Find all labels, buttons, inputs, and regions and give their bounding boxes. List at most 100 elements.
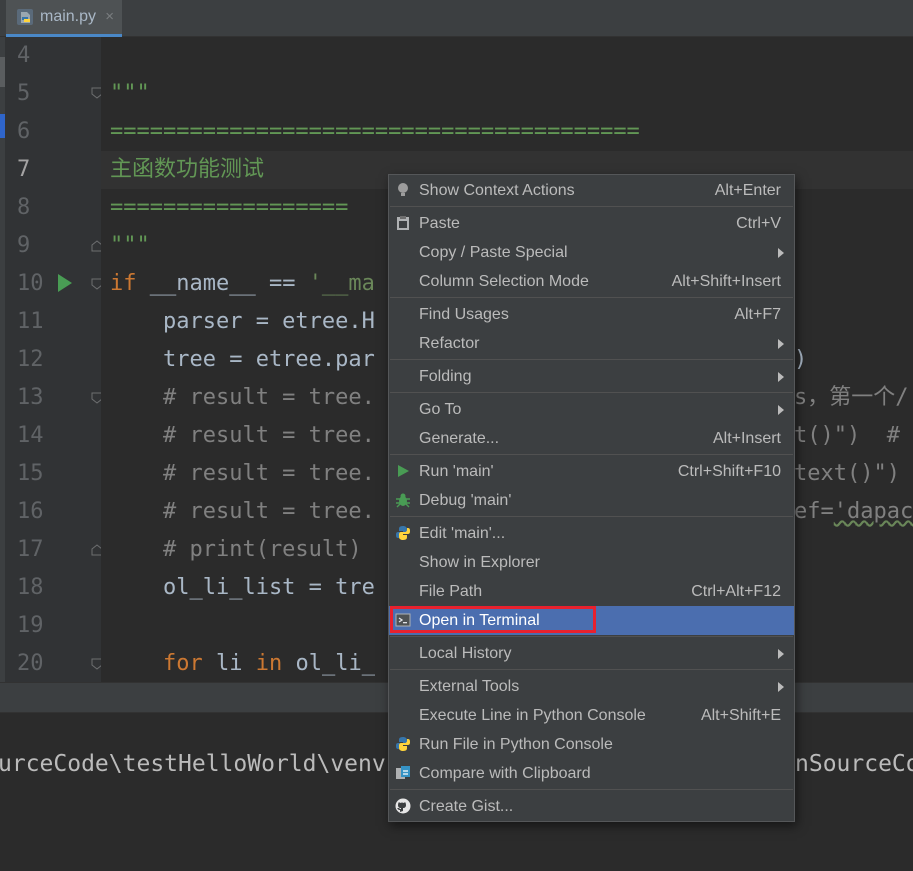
menu-item-execute-line-python-console[interactable]: Execute Line in Python Console Alt+Shift… [389, 701, 794, 730]
menu-item-external-tools[interactable]: External Tools [389, 672, 794, 701]
code-line-13-tail: s，第一个/ [794, 385, 909, 410]
lightbulb-icon [398, 183, 408, 196]
menu-item-paste[interactable]: Paste Ctrl+V [389, 209, 794, 238]
code-line-17: # print(result) [110, 537, 362, 562]
menu-item-shortcut: Alt+Shift+E [700, 707, 781, 724]
compare-icon [396, 766, 410, 779]
menu-item-go-to[interactable]: Go To [389, 395, 794, 424]
annotation-highlight-box [390, 606, 596, 633]
code-text: __name__ == [136, 271, 309, 296]
menu-item-label: Run File in Python Console [419, 736, 613, 753]
menu-separator [390, 454, 793, 455]
menu-separator [390, 297, 793, 298]
menu-item-show-context-actions[interactable]: Show Context Actions Alt+Enter [389, 176, 794, 205]
line-number: 19 [17, 613, 44, 638]
menu-item-file-path[interactable]: File Path Ctrl+Alt+F12 [389, 577, 794, 606]
line-gutter: 4 5 6 7 8 9 10 11 12 13 14 15 16 17 18 1… [5, 37, 103, 682]
menu-item-copy-paste-special[interactable]: Copy / Paste Special [389, 238, 794, 267]
line-number: 8 [17, 195, 31, 220]
python-icon [396, 737, 410, 751]
menu-item-edit-main[interactable]: Edit 'main'... [389, 519, 794, 548]
line-number: 14 [17, 423, 44, 448]
line-number: 6 [17, 119, 31, 144]
menu-separator [390, 789, 793, 790]
python-icon [396, 526, 410, 540]
github-icon [395, 798, 411, 814]
code-line-18: ol_li_list = tre [110, 575, 375, 600]
code-line-12-tail: ) [794, 347, 808, 372]
menu-item-create-gist[interactable]: Create Gist... [389, 792, 794, 821]
line-number: 5 [17, 81, 31, 106]
line-number: 17 [17, 537, 44, 562]
clipboard-icon [397, 216, 409, 230]
menu-item-label: Create Gist... [419, 798, 514, 815]
code-line-13: # result = tree. [110, 385, 375, 410]
menu-item-label: Copy / Paste Special [419, 244, 568, 261]
editor-context-menu: Show Context Actions Alt+Enter Paste Ctr… [388, 174, 795, 822]
code-line-9: """ [110, 233, 150, 258]
submenu-arrow-icon [778, 248, 784, 258]
editor-tab-bar: main.py × [0, 0, 913, 37]
menu-item-shortcut: Alt+Insert [712, 430, 781, 447]
menu-item-label: Edit 'main'... [419, 525, 506, 542]
code-text: li [202, 651, 256, 676]
menu-item-generate[interactable]: Generate... Alt+Insert [389, 424, 794, 453]
menu-separator [390, 206, 793, 207]
keyword-in: in [255, 651, 283, 676]
run-gutter-icon[interactable] [58, 274, 72, 292]
run-icon [398, 465, 409, 477]
menu-item-label: Refactor [419, 335, 480, 352]
menu-item-shortcut: Ctrl+Alt+F12 [691, 583, 781, 600]
line-number: 15 [17, 461, 44, 486]
keyword-for: for [162, 651, 203, 676]
menu-item-shortcut: Ctrl+Shift+F10 [677, 463, 781, 480]
code-text-typo: 'dapac [833, 499, 913, 524]
menu-item-run-main[interactable]: Run 'main' Ctrl+Shift+F10 [389, 457, 794, 486]
menu-item-run-file-python-console[interactable]: Run File in Python Console [389, 730, 794, 759]
menu-separator [390, 516, 793, 517]
code-line-16: # result = tree. [110, 499, 375, 524]
menu-item-column-selection-mode[interactable]: Column Selection Mode Alt+Shift+Insert [389, 267, 794, 296]
code-line-11: parser = etree.H [110, 309, 375, 334]
menu-item-refactor[interactable]: Refactor [389, 329, 794, 358]
menu-item-show-in-explorer[interactable]: Show in Explorer [389, 548, 794, 577]
menu-item-debug-main[interactable]: Debug 'main' [389, 486, 794, 515]
line-number: 10 [17, 271, 44, 296]
menu-item-label: Go To [419, 401, 462, 418]
code-line-14-tail: t()") # [794, 423, 900, 448]
code-line-7: 主函数功能测试 [110, 157, 265, 182]
menu-item-label: External Tools [419, 678, 520, 695]
menu-item-label: Paste [419, 215, 460, 232]
line-number: 9 [17, 233, 31, 258]
terminal-output: urceCode\testHelloWorld\venv [0, 751, 386, 777]
menu-item-label: File Path [419, 583, 483, 600]
tab-main-py[interactable]: main.py × [6, 0, 123, 37]
menu-item-label: Debug 'main' [419, 492, 512, 509]
menu-item-compare-with-clipboard[interactable]: Compare with Clipboard [389, 759, 794, 788]
debug-bug-icon [396, 493, 410, 508]
submenu-arrow-icon [778, 649, 784, 659]
line-number: 18 [17, 575, 44, 600]
menu-item-label: Show Context Actions [419, 182, 575, 199]
menu-item-label: Generate... [419, 430, 500, 447]
code-text: ef= [794, 499, 834, 524]
menu-item-shortcut: Alt+Enter [714, 182, 781, 199]
menu-item-folding[interactable]: Folding [389, 362, 794, 391]
terminal-output-tail: nSourceCo [795, 751, 913, 777]
line-number: 16 [17, 499, 44, 524]
menu-item-shortcut: Ctrl+V [736, 215, 781, 232]
code-line-16-tail: ef='dapac [794, 493, 913, 531]
menu-separator [390, 636, 793, 637]
code-line-8: ================== [110, 195, 349, 220]
code-line-6: ======================================== [110, 119, 640, 144]
menu-item-shortcut: Alt+Shift+Insert [671, 273, 781, 290]
line-number: 4 [17, 43, 31, 68]
code-line-10: if __name__ == '__ma [110, 265, 375, 303]
menu-item-local-history[interactable]: Local History [389, 639, 794, 668]
menu-item-find-usages[interactable]: Find Usages Alt+F7 [389, 300, 794, 329]
menu-separator [390, 392, 793, 393]
menu-separator [390, 669, 793, 670]
line-number: 20 [17, 651, 44, 676]
tab-close-icon[interactable]: × [105, 0, 114, 34]
menu-separator [390, 359, 793, 360]
